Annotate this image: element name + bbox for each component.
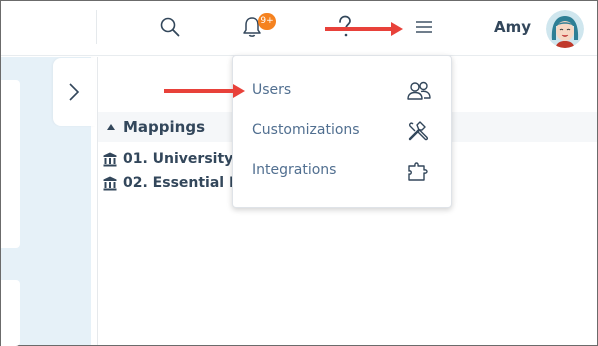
tree-header-label[interactable]: Mappings bbox=[123, 118, 205, 136]
menu-item-customizations[interactable]: Customizations bbox=[233, 111, 451, 151]
tree-item[interactable]: 02. Essential E bbox=[103, 173, 239, 193]
users-icon bbox=[406, 78, 432, 104]
chevron-right-icon bbox=[69, 83, 80, 101]
avatar-image bbox=[546, 10, 584, 48]
menu-item-label: Integrations bbox=[252, 162, 337, 178]
annotation-arrow bbox=[325, 27, 392, 31]
annotation-arrow-head bbox=[391, 22, 403, 36]
main-menu-button[interactable] bbox=[411, 14, 437, 40]
expand-panel-button[interactable] bbox=[53, 58, 95, 126]
tree-item-label: 01. University bbox=[123, 151, 234, 167]
annotation-arrow-head bbox=[233, 84, 245, 98]
menu-item-label: Users bbox=[252, 82, 292, 98]
annotation-arrow bbox=[164, 89, 234, 93]
menu-item-label: Customizations bbox=[252, 122, 360, 138]
menu-icon bbox=[416, 21, 432, 33]
search-icon bbox=[160, 17, 180, 37]
topbar-divider bbox=[96, 10, 97, 44]
menu-item-users[interactable]: Users bbox=[233, 71, 451, 111]
main-menu-dropdown: Users Customizations Integrations bbox=[232, 55, 452, 208]
user-name[interactable]: Amy bbox=[494, 18, 531, 36]
sidebar-card bbox=[1, 80, 20, 248]
tools-icon bbox=[406, 118, 432, 144]
institution-icon bbox=[103, 176, 117, 190]
content-divider bbox=[97, 57, 98, 345]
caret-up-icon[interactable] bbox=[107, 124, 115, 130]
avatar[interactable] bbox=[546, 10, 584, 48]
notification-badge: 9+ bbox=[258, 13, 276, 30]
tree-item-label: 02. Essential E bbox=[123, 175, 239, 191]
puzzle-icon bbox=[406, 158, 432, 184]
tree-item[interactable]: 01. University bbox=[103, 149, 233, 169]
institution-icon bbox=[103, 152, 117, 166]
sidebar-card bbox=[1, 280, 20, 346]
menu-item-integrations[interactable]: Integrations bbox=[233, 151, 451, 191]
search-button[interactable] bbox=[157, 14, 183, 40]
